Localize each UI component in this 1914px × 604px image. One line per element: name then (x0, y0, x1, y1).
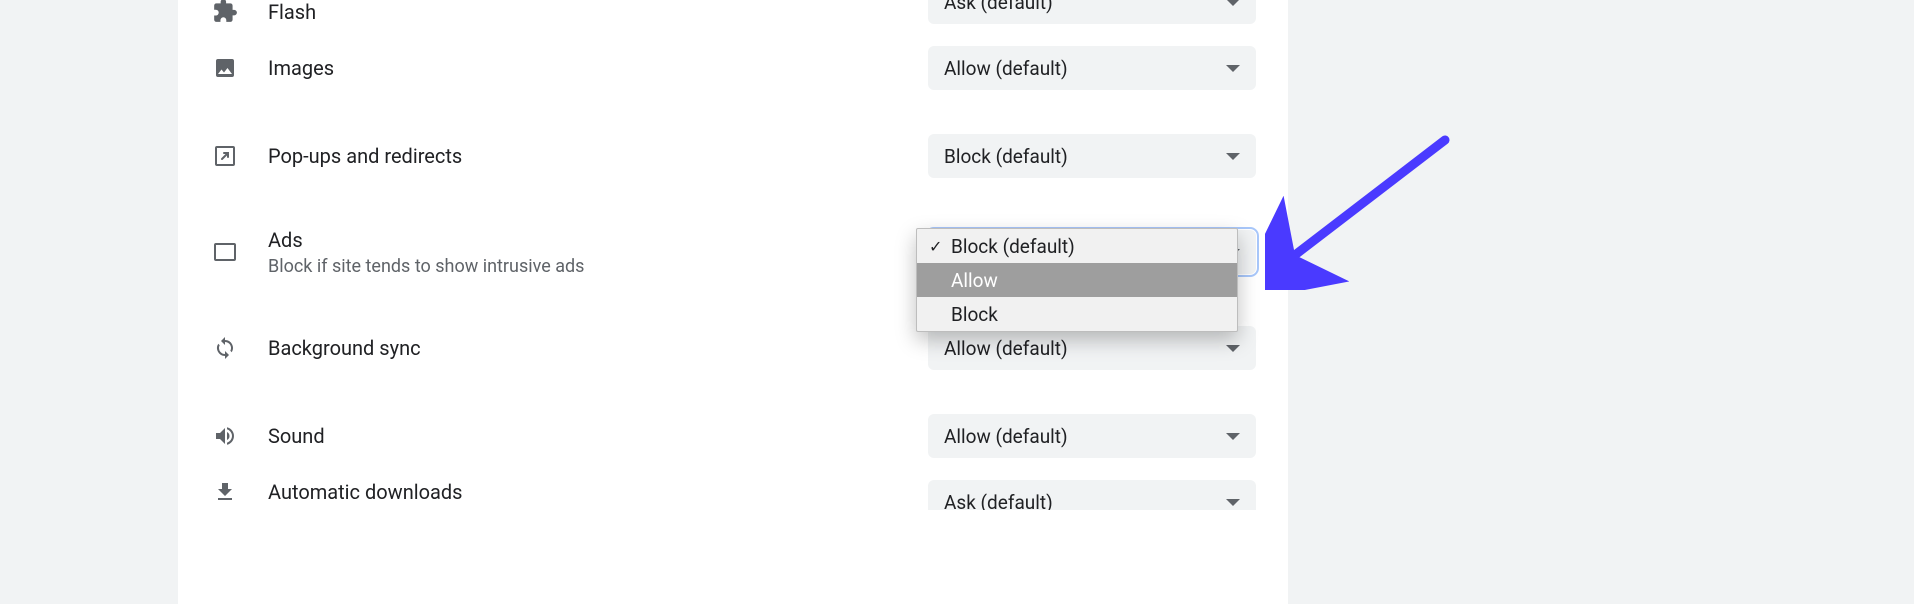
chevron-down-icon (1226, 153, 1240, 160)
dropdown-option-allow[interactable]: Allow (917, 263, 1237, 297)
permission-row-images: Images Allow (default) (210, 24, 1256, 112)
popups-select[interactable]: Block (default) (928, 134, 1256, 178)
permission-label: Background sync (268, 336, 900, 360)
permission-label: Flash (268, 0, 900, 24)
image-icon (210, 56, 240, 80)
popup-icon (210, 144, 240, 168)
permission-row-popups: Pop-ups and redirects Block (default) (210, 112, 1256, 200)
downloads-select[interactable]: Ask (default) (928, 480, 1256, 510)
flash-select[interactable]: Ask (default) (928, 0, 1256, 24)
ads-icon (210, 242, 240, 262)
permission-label: Images (268, 56, 900, 80)
download-icon (210, 480, 240, 504)
chevron-down-icon (1226, 345, 1240, 352)
dropdown-option-block-default[interactable]: ✓ Block (default) (917, 229, 1237, 263)
permission-subtitle: Block if site tends to show intrusive ad… (268, 256, 900, 277)
checkmark-icon: ✓ (929, 237, 951, 256)
ads-dropdown-menu[interactable]: ✓ Block (default) Allow Block (916, 228, 1238, 332)
permission-label: Pop-ups and redirects (268, 144, 900, 168)
chevron-down-icon (1226, 499, 1240, 506)
annotation-arrow (1265, 130, 1465, 290)
images-select[interactable]: Allow (default) (928, 46, 1256, 90)
permission-label: Automatic downloads (268, 480, 900, 504)
sync-icon (210, 336, 240, 360)
permission-label: Ads (268, 228, 900, 252)
permission-row-flash: Flash Ask (default) (210, 0, 1256, 24)
puzzle-piece-icon (210, 0, 240, 24)
permission-row-sound: Sound Allow (default) (210, 392, 1256, 480)
permission-label: Sound (268, 424, 900, 448)
permission-row-downloads: Automatic downloads Ask (default) (210, 480, 1256, 510)
bgsync-select[interactable]: Allow (default) (928, 326, 1256, 370)
sound-select[interactable]: Allow (default) (928, 414, 1256, 458)
dropdown-option-block[interactable]: Block (917, 297, 1237, 331)
sound-icon (210, 424, 240, 448)
chevron-down-icon (1226, 65, 1240, 72)
chevron-down-icon (1226, 0, 1240, 6)
chevron-down-icon (1226, 433, 1240, 440)
